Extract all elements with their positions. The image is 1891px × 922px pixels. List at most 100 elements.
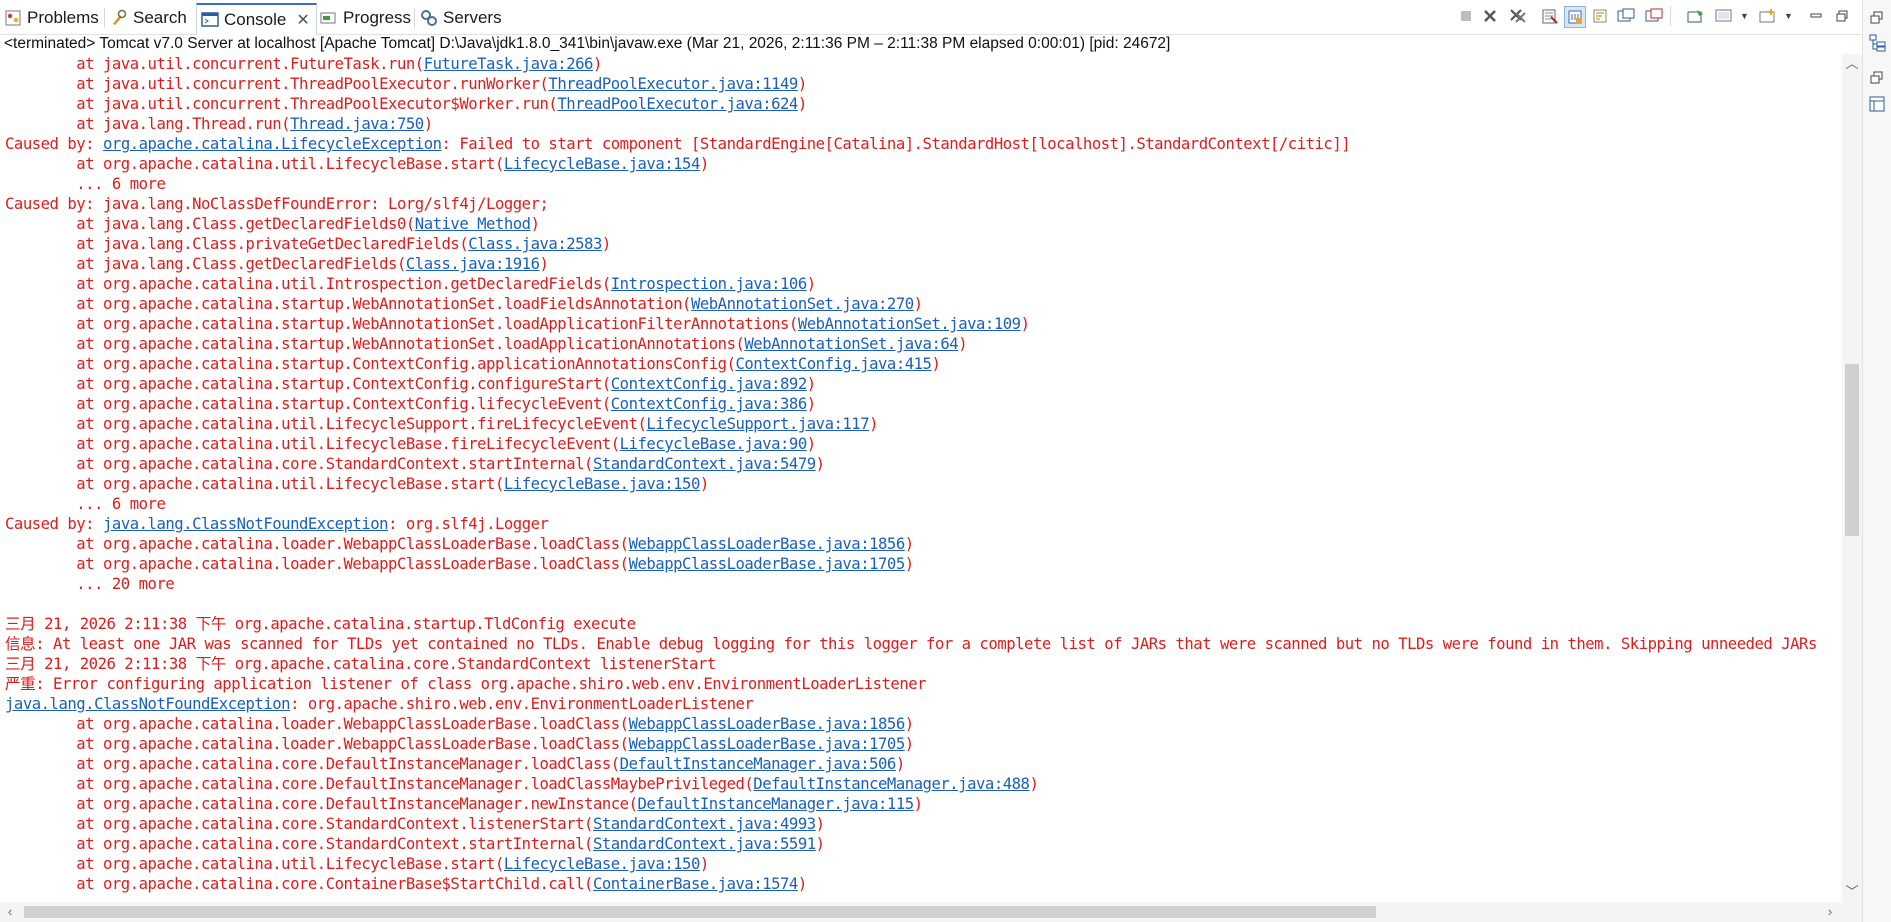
console-line-text: at org.apache.catalina.util.LifecycleBas… — [5, 855, 504, 873]
console-line-text: at org.apache.catalina.core.DefaultInsta… — [5, 755, 620, 773]
stacktrace-link[interactable]: Introspection.java:106 — [611, 275, 807, 293]
console-line-text: at org.apache.catalina.core.DefaultInsta… — [5, 775, 754, 793]
console-line-text: ) — [931, 355, 941, 373]
console-line-text: at org.apache.catalina.core.ContainerBas… — [5, 875, 593, 893]
scroll-down-icon[interactable]: ﹀ — [1842, 882, 1862, 902]
stacktrace-link[interactable]: ContextConfig.java:415 — [735, 355, 931, 373]
console-line: at org.apache.catalina.core.DefaultInsta… — [5, 794, 923, 814]
console-line-text: 严重: Error configuring application listen… — [5, 675, 927, 693]
vertical-scrollbar[interactable]: ︿ ﹀ — [1842, 54, 1862, 902]
pin-console-icon[interactable] — [1686, 6, 1706, 26]
stacktrace-link[interactable]: DefaultInstanceManager.java:115 — [638, 795, 915, 813]
stacktrace-link[interactable]: Native Method — [415, 215, 531, 233]
servers-icon — [420, 9, 438, 27]
console-line-text: at java.lang.Class.privateGetDeclaredFie… — [5, 235, 469, 253]
stacktrace-link[interactable]: StandardContext.java:5591 — [593, 835, 816, 853]
stacktrace-link[interactable]: DefaultInstanceManager.java:488 — [753, 775, 1030, 793]
stacktrace-link[interactable]: ThreadPoolExecutor.java:1149 — [548, 75, 798, 93]
open-console-icon[interactable] — [1758, 6, 1778, 26]
stacktrace-link[interactable]: DefaultInstanceManager.java:506 — [620, 755, 897, 773]
stacktrace-link[interactable]: ContextConfig.java:386 — [611, 395, 807, 413]
word-wrap-icon[interactable] — [1590, 6, 1610, 26]
close-icon[interactable]: ✕ — [296, 10, 309, 30]
tab-divider — [104, 8, 105, 28]
remove-launch-icon[interactable] — [1480, 6, 1500, 26]
console-line-text: ) — [815, 835, 825, 853]
horizontal-scroll-thumb[interactable] — [24, 906, 1376, 918]
chevron-down-icon[interactable]: ▼ — [1784, 11, 1793, 21]
console-line: Caused by: org.apache.catalina.Lifecycle… — [5, 134, 1351, 154]
show-when-stdout-icon[interactable] — [1616, 6, 1636, 26]
stacktrace-link[interactable]: WebAnnotationSet.java:270 — [691, 295, 914, 313]
stacktrace-link[interactable]: WebAnnotationSet.java:109 — [798, 315, 1021, 333]
stacktrace-link[interactable]: WebappClassLoaderBase.java:1705 — [629, 555, 906, 573]
stacktrace-link[interactable]: java.lang.ClassNotFoundException — [103, 515, 389, 533]
console-line: 严重: Error configuring application listen… — [5, 674, 927, 694]
stacktrace-link[interactable]: WebappClassLoaderBase.java:1705 — [629, 735, 906, 753]
restore-icon[interactable] — [1869, 70, 1885, 86]
stacktrace-link[interactable]: WebappClassLoaderBase.java:1856 — [629, 535, 906, 553]
right-trim-strip — [1862, 0, 1891, 922]
stacktrace-link[interactable]: WebappClassLoaderBase.java:1856 — [629, 715, 906, 733]
console-line-text: ) — [797, 95, 807, 113]
tab-search[interactable]: Search — [110, 6, 187, 30]
scroll-left-icon[interactable]: ‹ — [0, 902, 20, 922]
stacktrace-link[interactable]: org.apache.catalina.LifecycleException — [103, 135, 442, 153]
scrollbar-corner — [1842, 902, 1862, 922]
console-output[interactable]: at java.util.concurrent.FutureTask.run(F… — [0, 54, 1842, 902]
console-line-text: Caused by: — [5, 135, 103, 153]
scroll-up-icon[interactable]: ︿ — [1842, 54, 1862, 74]
stacktrace-link[interactable]: Class.java:1916 — [406, 255, 540, 273]
stacktrace-link[interactable]: ContainerBase.java:1574 — [593, 875, 798, 893]
console-line-text: at org.apache.catalina.core.StandardCont… — [5, 455, 593, 473]
console-line-text: ) — [904, 535, 914, 553]
scroll-lock-icon[interactable] — [1564, 6, 1586, 28]
console-line: at org.apache.catalina.loader.WebappClas… — [5, 714, 914, 734]
tab-progress[interactable]: Progress — [320, 6, 411, 30]
show-when-stderr-icon[interactable] — [1644, 6, 1664, 26]
console-line-text: ) — [815, 455, 825, 473]
stacktrace-link[interactable]: ContextConfig.java:892 — [611, 375, 807, 393]
stacktrace-link[interactable]: LifecycleBase.java:150 — [504, 855, 700, 873]
stacktrace-link[interactable]: StandardContext.java:5479 — [593, 455, 816, 473]
stacktrace-link[interactable]: LifecycleBase.java:90 — [620, 435, 808, 453]
stacktrace-link[interactable]: LifecycleBase.java:150 — [504, 475, 700, 493]
minimize-icon[interactable] — [1806, 6, 1826, 26]
console-line: at org.apache.catalina.startup.ContextCo… — [5, 374, 816, 394]
package-explorer-icon[interactable] — [1869, 34, 1886, 52]
tab-servers[interactable]: Servers — [420, 6, 502, 30]
tab-console[interactable]: Console ✕ — [196, 3, 317, 35]
clear-console-icon[interactable] — [1540, 6, 1560, 26]
console-line-text: : org.slf4j.Logger — [388, 515, 549, 533]
horizontal-scrollbar[interactable]: ‹ › — [0, 902, 1842, 922]
chevron-down-icon[interactable]: ▼ — [1740, 11, 1749, 21]
stacktrace-link[interactable]: ThreadPoolExecutor.java:624 — [557, 95, 798, 113]
stacktrace-link[interactable]: StandardContext.java:4993 — [593, 815, 816, 833]
stacktrace-link[interactable]: LifecycleSupport.java:117 — [646, 415, 869, 433]
stacktrace-link[interactable]: FutureTask.java:266 — [424, 55, 594, 73]
console-line-text: ) — [904, 735, 914, 753]
console-line-text: ) — [601, 235, 611, 253]
console-line: at org.apache.catalina.core.ContainerBas… — [5, 874, 807, 894]
stacktrace-link[interactable]: LifecycleBase.java:154 — [504, 155, 700, 173]
display-selected-console-icon[interactable] — [1714, 6, 1734, 26]
outline-icon[interactable] — [1869, 96, 1885, 112]
scroll-right-icon[interactable]: › — [1820, 902, 1840, 922]
vertical-scroll-thumb[interactable] — [1845, 364, 1859, 536]
stacktrace-link[interactable]: java.lang.ClassNotFoundException — [5, 695, 291, 713]
console-line-text: at java.lang.Thread.run( — [5, 115, 291, 133]
tab-problems[interactable]: Problems — [4, 6, 99, 30]
console-line-text: ) — [815, 815, 825, 833]
console-line: at org.apache.catalina.util.LifecycleBas… — [5, 434, 816, 454]
terminate-icon[interactable] — [1456, 6, 1476, 26]
tab-label: Problems — [27, 8, 99, 27]
stacktrace-link[interactable]: Class.java:2583 — [468, 235, 602, 253]
console-line-text: at org.apache.catalina.loader.WebappClas… — [5, 535, 629, 553]
stacktrace-link[interactable]: WebAnnotationSet.java:64 — [744, 335, 958, 353]
console-line: at org.apache.catalina.core.DefaultInsta… — [5, 774, 1039, 794]
restore-icon[interactable] — [1869, 10, 1885, 26]
maximize-icon[interactable] — [1832, 6, 1852, 26]
stacktrace-link[interactable]: Thread.java:750 — [290, 115, 424, 133]
console-line-text: ) — [806, 375, 816, 393]
remove-all-terminated-icon[interactable] — [1508, 6, 1528, 26]
